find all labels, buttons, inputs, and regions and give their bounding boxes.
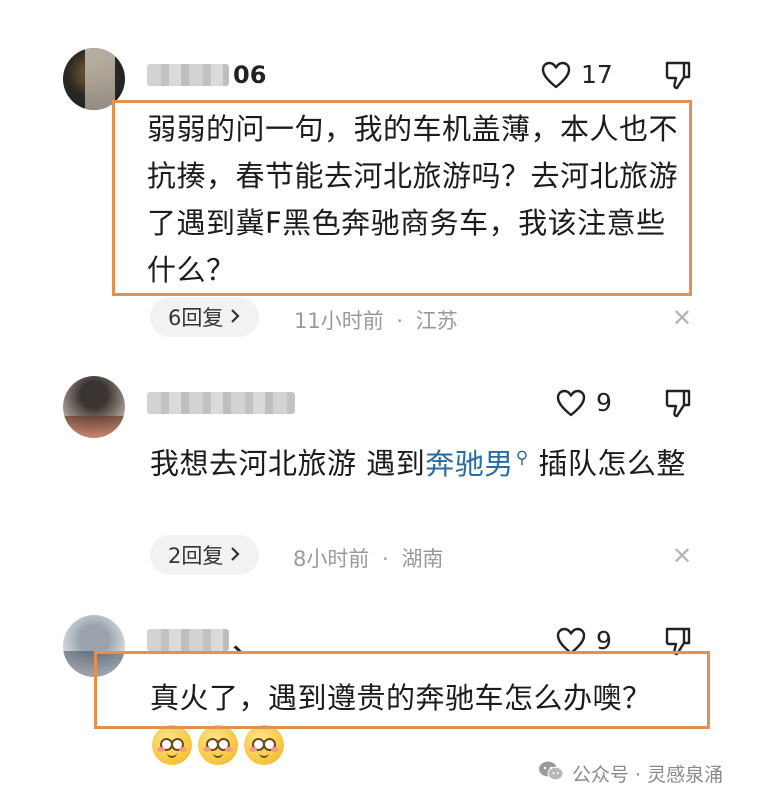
username[interactable]: 06 [147,61,267,89]
emoji-mouth [167,752,177,758]
wechat-official-account-icon [538,760,564,787]
like-count: 17 [581,60,613,89]
like-button[interactable]: 17 [541,60,613,89]
heart-outline-icon [541,61,571,89]
chevron-right-icon [229,305,241,329]
emoji-blush [157,747,165,752]
comment-time: 11小时前 [294,309,384,333]
thumbs-down-icon [664,60,692,90]
heart-outline-icon [556,389,586,417]
comment-meta: 8小时前 · 湖南 [293,543,443,573]
emoji-mouth [259,752,269,758]
search-icon: ⚲ [515,448,529,468]
search-link[interactable]: 奔驰男 ⚲ [425,447,528,481]
like-button[interactable]: 9 [556,626,612,655]
close-x-icon[interactable]: ✕ [672,542,692,570]
username-mask [147,392,295,414]
heart-outline-icon [556,627,586,655]
avatar[interactable] [63,615,125,677]
dislike-button[interactable] [664,60,692,90]
shy-face-emoji-icon [244,725,284,765]
close-x-icon[interactable]: ✕ [672,304,692,332]
reply-count-button[interactable]: 6回复 [150,297,260,337]
search-link-text: 奔驰男 [425,446,514,481]
watermark: 公众号 · 灵感泉涌 [538,760,723,787]
username-mask [147,629,229,651]
comment-text-part: 插队怎么整 [528,446,686,481]
emoji-blush [249,747,257,752]
chevron-right-icon [229,543,241,567]
thumbs-down-icon [664,388,692,418]
like-count: 9 [596,388,612,417]
username-mask [147,64,229,86]
reply-label: 6回复 [168,306,224,330]
username[interactable] [147,390,299,416]
shy-face-emoji-icon [152,725,192,765]
emoji-blush [179,747,187,752]
avatar[interactable] [63,48,125,110]
comment-location: 湖南 [401,547,444,571]
reply-label: 2回复 [168,544,224,568]
dislike-button[interactable] [664,388,692,418]
username[interactable]: 、 [147,627,257,657]
comment-text: 真火了，遇到遵贵的奔驰车怎么办噢？ [150,681,652,715]
meta-separator: · [396,309,404,333]
emoji-mouth [213,752,223,758]
username-text: 06 [233,61,267,89]
dislike-button[interactable] [664,626,692,656]
reply-count-button[interactable]: 2回复 [150,535,260,575]
comment-location: 江苏 [415,309,458,333]
comment-text: 弱弱的问一句，我的车机盖薄，本人也不抗揍，春节能去河北旅游吗？去河北旅游了遇到冀… [147,112,679,287]
comment-text: 我想去河北旅游 遇到奔驰男 ⚲ 插队怎么整 [150,435,690,488]
avatar[interactable] [63,376,125,438]
shy-face-emoji-icon [198,725,238,765]
meta-separator: · [382,547,389,571]
username-text: 、 [233,628,257,657]
watermark-text: 公众号 · 灵感泉涌 [572,764,724,786]
comment-time: 8小时前 [293,547,370,571]
emoji-blush [203,747,211,752]
emoji-blush [225,747,233,752]
emoji-blush [271,747,279,752]
like-button[interactable]: 9 [556,388,612,417]
thumbs-down-icon [664,626,692,656]
comment-text-part: 我想去河北旅游 遇到 [150,446,426,481]
comment-meta: 11小时前 · 江苏 [294,305,458,335]
like-count: 9 [596,626,612,655]
